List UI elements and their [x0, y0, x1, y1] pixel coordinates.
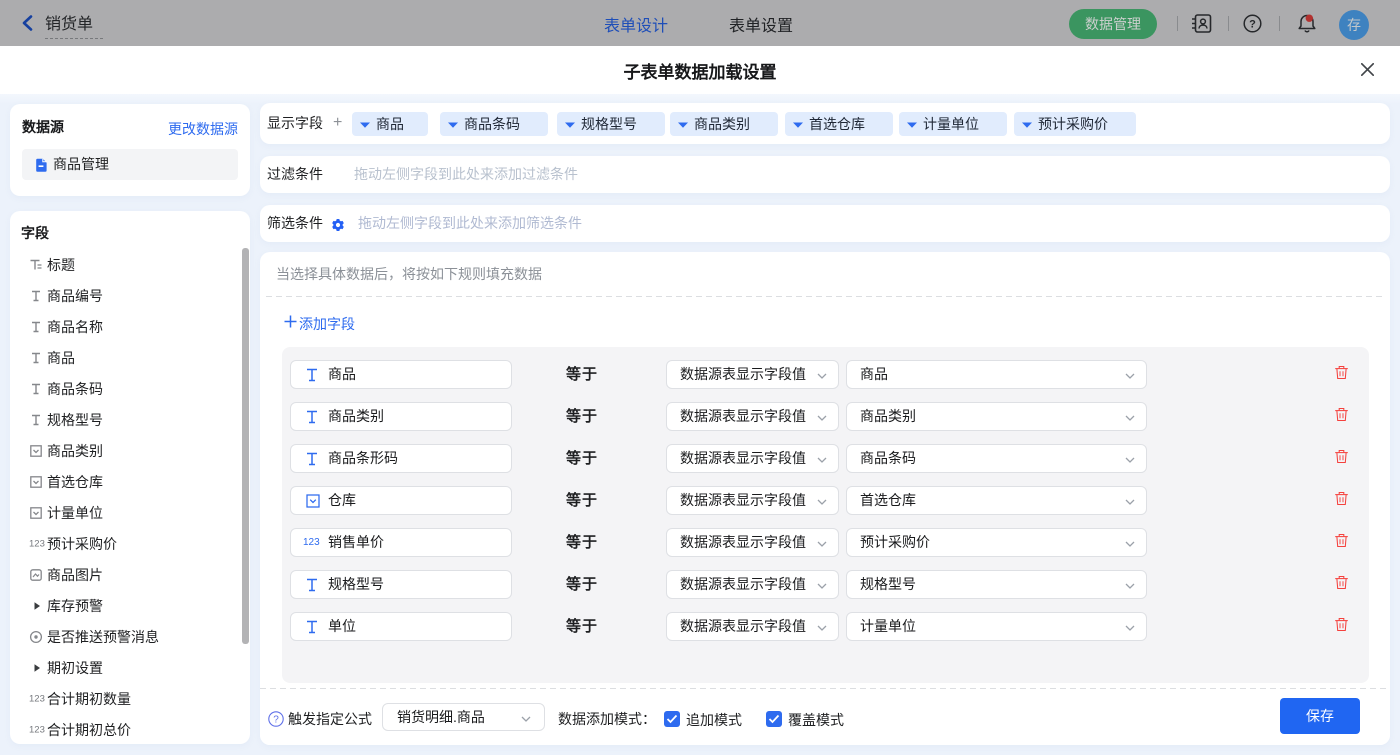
svg-text:?: ? — [273, 715, 279, 726]
svg-text:?: ? — [1249, 19, 1256, 31]
